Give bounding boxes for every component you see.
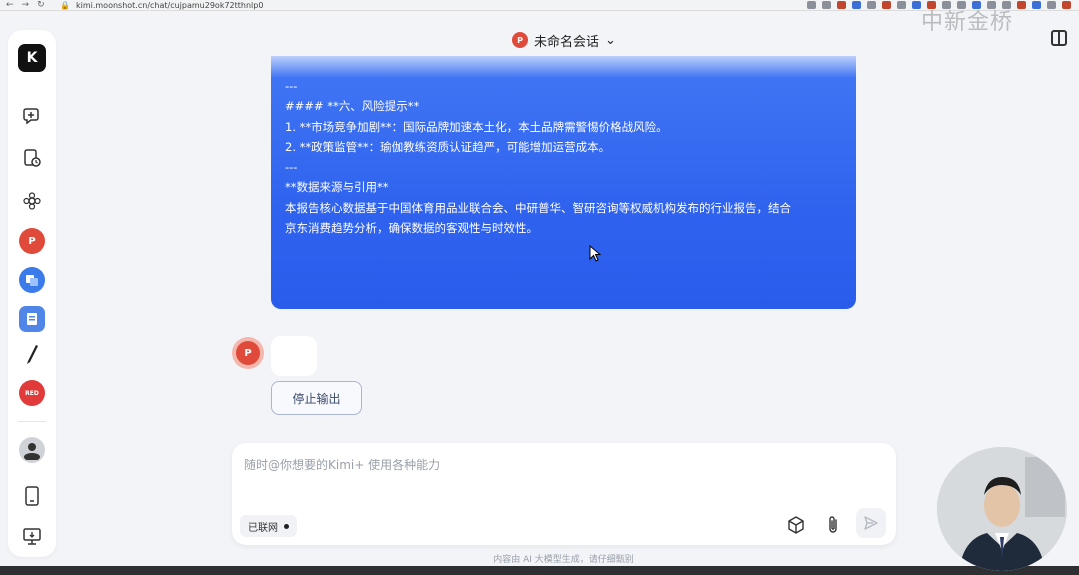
sidebar-logo[interactable]: K [18, 44, 46, 72]
extension-icon[interactable] [882, 1, 891, 9]
watermark: 中新金桥 [920, 10, 1013, 35]
reload-icon[interactable]: ↻ [37, 0, 45, 10]
browser-toolbar: ← → ↻ 🔒 kimi.moonshot.cn/chat/cujpamu29o… [0, 0, 1079, 11]
message-line: 本报告核心数据基于中国体育用品业联合会、中研普华、智研咨询等权威机构发布的行业报… [285, 200, 791, 215]
chat-input[interactable] [244, 455, 864, 475]
message-line: 2. **政策监管**：瑜伽教练资质认证趋严，可能增加运营成本。 [285, 139, 611, 154]
mobile-app-icon[interactable] [18, 482, 46, 510]
extension-icon[interactable] [852, 1, 861, 9]
extension-icon[interactable] [822, 1, 831, 9]
desktop-download-icon[interactable] [18, 522, 46, 550]
new-chat-icon[interactable] [18, 102, 46, 130]
extension-icon[interactable] [1032, 1, 1041, 9]
translate-assistant-icon[interactable] [18, 266, 46, 294]
assistant-avatar: P [232, 337, 264, 369]
network-label: 已联网 [248, 522, 278, 534]
ppt-assistant-icon[interactable]: P [18, 227, 46, 255]
explore-icon[interactable] [18, 187, 46, 215]
lock-icon: 🔒 [60, 1, 70, 10]
extension-icon[interactable] [837, 1, 846, 9]
extension-icon[interactable] [1047, 1, 1056, 9]
session-badge: P [512, 32, 528, 48]
extension-icon[interactable] [807, 1, 816, 9]
pen-assistant-icon[interactable] [18, 340, 46, 368]
side-panel-toggle-icon[interactable] [1051, 30, 1067, 46]
url-text: kimi.moonshot.cn/chat/cujpamu29ok72tthnl… [75, 1, 264, 10]
kimi-logo: K [18, 44, 46, 72]
browser-nav: ← → ↻ [0, 0, 45, 10]
taskbar [0, 566, 1079, 575]
reply-placeholder [271, 336, 317, 376]
history-icon[interactable] [18, 144, 46, 172]
message-line: --- [285, 79, 298, 93]
page-title: 未命名会话 [534, 34, 600, 50]
disclaimer-text: 内容由 AI 大模型生成，请仔细甄别 [493, 555, 634, 565]
conversation-title-menu[interactable]: P 未命名会话 ⌄ [512, 30, 616, 50]
sidebar: K P RED [8, 30, 56, 557]
message-line: #### **六、风险提示** [285, 99, 420, 114]
forward-icon[interactable]: → [22, 0, 30, 10]
chat-input-card: 已联网 [232, 443, 896, 545]
presenter-video-icon [937, 447, 1067, 571]
attachment-icon[interactable] [819, 511, 847, 539]
message-line: **数据来源与引用** [285, 180, 389, 195]
cube-icon[interactable] [782, 511, 810, 539]
extension-icon[interactable] [867, 1, 876, 9]
network-status-badge[interactable]: 已联网 [240, 515, 297, 537]
back-icon[interactable]: ← [6, 0, 14, 10]
mouse-cursor-icon [589, 245, 601, 262]
ppt-badge: P [19, 228, 45, 254]
extension-icon[interactable] [897, 1, 906, 9]
sidebar-divider [18, 421, 46, 422]
send-icon [864, 516, 878, 530]
message-bubble: --- #### **六、风险提示** 1. **市场竞争加剧**：国际品牌加速… [271, 56, 856, 309]
stop-output-button[interactable]: 停止输出 [271, 381, 362, 415]
document-assistant-icon[interactable] [18, 305, 46, 333]
extension-icon[interactable] [1062, 1, 1071, 9]
extension-icon[interactable] [912, 1, 921, 9]
message-line: --- [285, 160, 298, 175]
status-dot-icon [284, 523, 289, 529]
chevron-down-icon: ⌄ [605, 32, 616, 48]
message-line: 1. **市场竞争加剧**：国际品牌加速本土化，本土品牌需警惕价格战风险。 [285, 119, 668, 134]
extension-icon[interactable] [1017, 1, 1026, 9]
send-button[interactable] [856, 508, 886, 538]
user-avatar-icon[interactable] [18, 436, 46, 464]
webcam-overlay [937, 447, 1067, 571]
red-assistant-icon[interactable]: RED [18, 379, 46, 407]
address-bar[interactable]: 🔒 kimi.moonshot.cn/chat/cujpamu29ok72tth… [60, 0, 263, 11]
message-line: 京东消费趋势分析，确保数据的客观性与时效性。 [285, 221, 538, 236]
